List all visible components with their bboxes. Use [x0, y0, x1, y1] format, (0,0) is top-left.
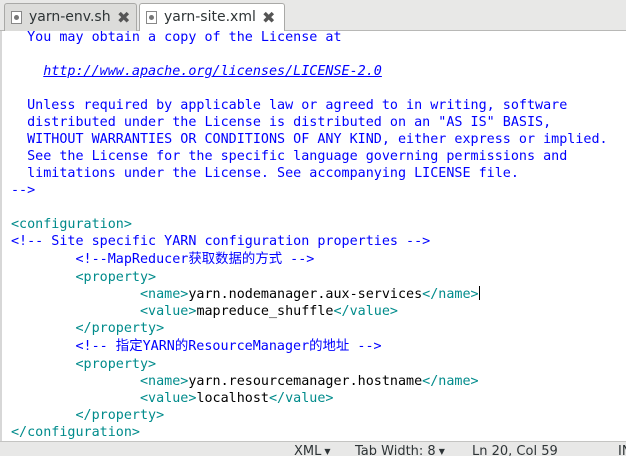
code-line: WITHOUT WARRANTIES OR CONDITIONS OF ANY … [11, 132, 608, 147]
code-line: <value>mapreduce_shuffle</value> [11, 303, 398, 320]
status-bar: XML▼ Tab Width: 8▼ Ln 20, Col 59 INS [0, 441, 626, 456]
code-line: You may obtain a copy of the License at [11, 31, 342, 45]
code-line: </configuration> [11, 425, 140, 440]
text-cursor [478, 286, 480, 300]
code-line: <configuration> [11, 217, 132, 232]
code-line: </property> [11, 321, 165, 336]
tag-value: mapreduce_shuffle [196, 304, 334, 319]
code-line: <name>yarn.nodemanager.aux-services</nam… [11, 286, 480, 303]
tab-yarn-env-sh[interactable]: yarn-env.sh ✖ [4, 3, 137, 31]
tag: </value> [333, 304, 399, 319]
code-line: --> [11, 183, 36, 198]
tab-yarn-site-xml[interactable]: yarn-site.xml ✖ [139, 3, 285, 32]
code-line: distributed under the License is distrib… [11, 115, 552, 130]
close-icon[interactable]: ✖ [117, 9, 130, 27]
tab-bar: yarn-env.sh ✖ yarn-site.xml ✖ [0, 0, 626, 32]
close-icon[interactable]: ✖ [262, 9, 275, 27]
text-editor[interactable]: You may obtain a copy of the License at … [0, 31, 626, 441]
tag-value: yarn.resourcemanager.hostname [188, 374, 423, 389]
code-line: limitations under the License. See accom… [11, 166, 519, 181]
code-line: <!-- 指定YARN的ResourceManager的地址 --> [11, 339, 382, 354]
code-line: <value>localhost</value> [11, 390, 334, 407]
code-line: <!--MapReducer获取数据的方式 --> [11, 252, 315, 267]
code-line: See the License for the specific languag… [11, 149, 568, 164]
code-line: <property> [11, 270, 157, 285]
tag: <value> [140, 391, 197, 406]
tab-label: yarn-site.xml [164, 9, 256, 25]
tag: <name> [140, 374, 189, 389]
cursor-position: Ln 20, Col 59 [472, 444, 558, 456]
chevron-down-icon: ▼ [324, 447, 331, 456]
code-line: <property> [11, 357, 157, 372]
tag: </value> [269, 391, 334, 406]
code-line: http://www.apache.org/licenses/LICENSE-2… [11, 63, 382, 80]
file-icon [146, 11, 157, 24]
left-margin [0, 31, 2, 441]
tag: </name> [422, 374, 479, 389]
license-link[interactable]: http://www.apache.org/licenses/LICENSE-2… [43, 64, 382, 79]
code-line: <name>yarn.resourcemanager.hostname</nam… [11, 373, 479, 390]
tag: </name> [422, 287, 479, 302]
language-selector[interactable]: XML ▼ [294, 444, 331, 456]
tab-width-label: Tab Width: 8 [355, 444, 436, 456]
tab-width-selector[interactable]: Tab Width: 8 ▼ [355, 444, 445, 456]
code-line: </property> [11, 408, 165, 423]
code-line: <!-- Site specific YARN configuration pr… [11, 234, 431, 249]
language-label: XML [294, 444, 322, 456]
tag-value: localhost [196, 391, 269, 406]
tag: <name> [140, 287, 189, 302]
file-icon [11, 11, 22, 24]
insert-mode: INS [618, 444, 626, 456]
chevron-down-icon: ▼ [438, 447, 445, 456]
tag: <value> [140, 304, 197, 319]
code-line: Unless required by applicable law or agr… [11, 98, 568, 113]
tab-label: yarn-env.sh [29, 9, 111, 25]
tag-value: yarn.nodemanager.aux-services [188, 287, 423, 302]
